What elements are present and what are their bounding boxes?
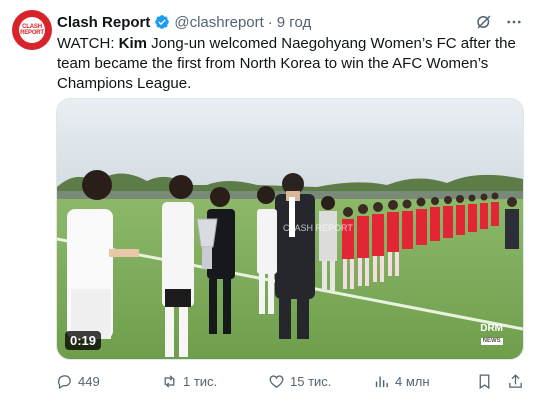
repost-icon xyxy=(164,374,175,388)
views-count: 4 млн xyxy=(395,373,430,389)
avatar-line2: REPORT xyxy=(20,30,44,36)
tweet-header: Clash Report @clashreport · 9 год xyxy=(57,12,523,32)
watermark-sub: NEWS xyxy=(480,338,503,345)
account-handle[interactable]: @clashreport xyxy=(174,14,263,31)
reply-icon xyxy=(58,374,71,389)
avatar[interactable]: CLASH REPORT xyxy=(12,10,52,50)
repost-button[interactable]: 1 тис. xyxy=(161,373,268,390)
account-name[interactable]: Clash Report xyxy=(57,14,150,31)
more-icon[interactable] xyxy=(505,13,523,31)
grok-icon[interactable] xyxy=(475,13,493,31)
like-icon xyxy=(269,374,284,388)
reply-button[interactable]: 449 xyxy=(56,373,161,390)
tweet-bold[interactable]: Kim xyxy=(119,35,147,52)
tweet-prefix: WATCH: xyxy=(57,35,119,52)
video-watermark: DRM NEWS xyxy=(480,323,503,345)
views-icon xyxy=(375,376,388,387)
reply-count: 449 xyxy=(78,373,100,389)
video-duration: 0:19 xyxy=(65,331,102,350)
separator-dot: · xyxy=(267,13,273,31)
like-button[interactable]: 15 тис. xyxy=(268,373,373,390)
timestamp[interactable]: 9 год xyxy=(277,14,311,31)
bookmark-icon[interactable] xyxy=(476,373,493,390)
repost-count: 1 тис. xyxy=(183,373,218,389)
video-overlay-text: CLASH REPORT xyxy=(283,223,353,233)
avatar-logo: CLASH REPORT xyxy=(19,17,45,43)
share-icon[interactable] xyxy=(507,373,524,390)
video-player[interactable]: CLASH REPORT 0:19 DRM NEWS xyxy=(56,98,524,360)
views-button[interactable]: 4 млн xyxy=(373,373,476,390)
like-count: 15 тис. xyxy=(290,373,332,389)
tweet-text: WATCH: Kim Jong-un welcomed Naegohyang W… xyxy=(57,34,523,94)
video-frame: CLASH REPORT xyxy=(57,99,523,359)
verified-badge-icon xyxy=(155,15,170,29)
action-bar: 449 1 тис. 15 тис. 4 млн xyxy=(56,370,524,392)
watermark-main: DRM xyxy=(480,323,503,334)
